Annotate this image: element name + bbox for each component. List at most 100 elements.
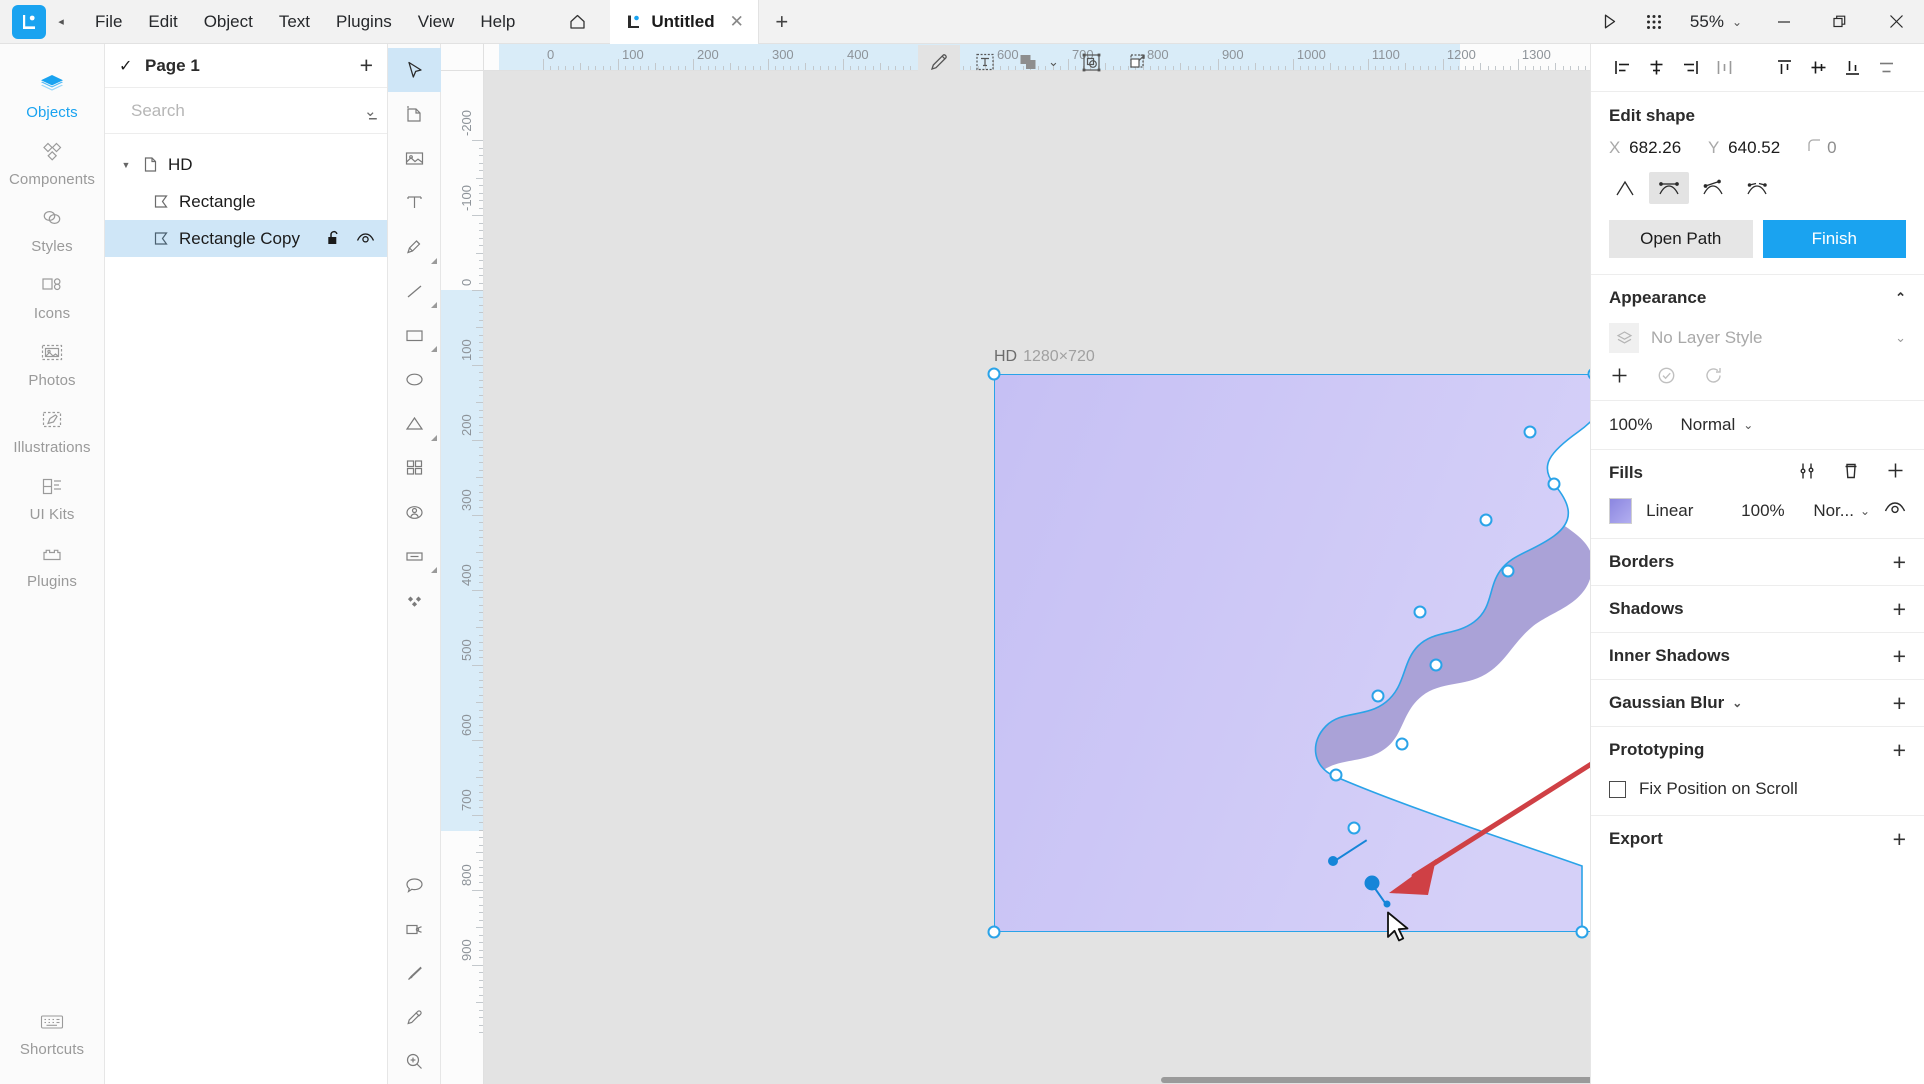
open-path-button[interactable]: Open Path <box>1609 220 1753 258</box>
eye-icon[interactable] <box>356 232 375 246</box>
slice-tool[interactable] <box>388 907 441 951</box>
tree-row-rectangle[interactable]: Rectangle <box>105 183 387 220</box>
menu-item-edit[interactable]: Edit <box>135 6 190 38</box>
grid-apps-icon[interactable] <box>1632 0 1676 44</box>
fill-opacity-value[interactable]: 100% <box>1741 501 1799 521</box>
selected-anchor-point[interactable] <box>1364 875 1380 891</box>
borders-section-header[interactable]: Borders + <box>1591 539 1924 585</box>
new-tab-button[interactable]: + <box>765 5 799 39</box>
sidebar-item-ui-kits[interactable]: UI Kits <box>0 464 105 531</box>
triangle-tool[interactable] <box>388 402 441 446</box>
boolean-ops-button[interactable]: ⌄ <box>1010 45 1067 79</box>
add-prototype-button[interactable]: + <box>1893 737 1906 764</box>
y-value-field[interactable]: 640.52 <box>1728 138 1807 158</box>
align-center-horizontal-button[interactable] <box>1639 51 1673 85</box>
node-straight-button[interactable] <box>1605 172 1645 204</box>
fill-visibility-toggle[interactable] <box>1884 501 1906 522</box>
sidebar-item-plugins[interactable]: Plugins <box>0 531 105 598</box>
chevron-down-icon[interactable]: ▼ <box>119 160 133 170</box>
appearance-section-header[interactable]: Appearance ⌃ <box>1591 275 1924 321</box>
grid-tool[interactable] <box>388 446 441 490</box>
shadows-section-header[interactable]: Shadows + <box>1591 586 1924 632</box>
path-anchor-point[interactable] <box>1347 821 1361 835</box>
close-icon[interactable]: ✕ <box>730 12 744 32</box>
sidebar-item-icons[interactable]: Icons <box>0 263 105 330</box>
node-disconnected-button[interactable] <box>1737 172 1777 204</box>
home-icon[interactable] <box>560 5 594 39</box>
text-selection-button[interactable] <box>964 45 1006 79</box>
fix-position-on-scroll-row[interactable]: Fix Position on Scroll <box>1591 773 1924 815</box>
opacity-value[interactable]: 100% <box>1609 415 1652 435</box>
export-section-header[interactable]: Export + <box>1591 816 1924 862</box>
sidebar-item-objects[interactable]: Objects <box>0 62 105 129</box>
align-bottom-button[interactable] <box>1835 51 1869 85</box>
chevron-down-icon[interactable]: ⌄ <box>1048 54 1067 70</box>
rectangle-tool[interactable] <box>388 313 441 357</box>
path-anchor-point[interactable] <box>1413 605 1427 619</box>
text-tool[interactable] <box>388 181 441 225</box>
tree-row-hd[interactable]: ▼ HD <box>105 146 387 183</box>
pencil-vector-button[interactable] <box>918 45 960 79</box>
menu-item-plugins[interactable]: Plugins <box>323 6 405 38</box>
menu-item-text[interactable]: Text <box>266 6 323 38</box>
align-center-vertical-button[interactable] <box>1801 51 1835 85</box>
page-selector-row[interactable]: ✓ Page 1 + <box>105 44 387 88</box>
artboard-tool[interactable] <box>388 92 441 136</box>
fill-color-swatch[interactable] <box>1609 498 1633 524</box>
bezier-handle-in[interactable] <box>1328 856 1338 866</box>
reset-style-button[interactable] <box>1703 365 1724 386</box>
align-top-button[interactable] <box>1767 51 1801 85</box>
sidebar-item-styles[interactable]: Styles <box>0 196 105 263</box>
add-blur-button[interactable]: + <box>1893 690 1906 717</box>
path-anchor-point[interactable] <box>1479 513 1493 527</box>
button-tool[interactable] <box>388 534 441 578</box>
document-tab[interactable]: Untitled ✕ <box>610 0 759 44</box>
comment-tool[interactable] <box>388 863 441 907</box>
flatten-button[interactable] <box>1117 45 1159 79</box>
node-mirrored-button[interactable] <box>1649 172 1689 204</box>
fills-delete-button[interactable] <box>1841 461 1861 486</box>
zoom-level-control[interactable]: 55% ⌄ <box>1676 12 1756 32</box>
canvas-area[interactable]: 0100200300400500600700800900100011001200… <box>441 44 1590 1084</box>
minimize-icon[interactable] <box>1756 0 1812 44</box>
brush-tool[interactable] <box>388 951 441 995</box>
prototyping-section-header[interactable]: Prototyping + <box>1591 727 1924 773</box>
sidebar-item-photos[interactable]: Photos <box>0 330 105 397</box>
bezier-handle-out[interactable] <box>1383 900 1391 908</box>
apply-style-button[interactable] <box>1656 365 1677 386</box>
path-anchor-point[interactable] <box>1395 737 1409 751</box>
menu-item-help[interactable]: Help <box>467 6 528 38</box>
horizontal-scrollbar[interactable] <box>441 1075 1590 1084</box>
fills-settings-button[interactable] <box>1797 461 1817 486</box>
distribute-vertical-button[interactable] <box>1869 51 1903 85</box>
avatar-tool[interactable] <box>388 490 441 534</box>
add-export-button[interactable]: + <box>1893 826 1906 853</box>
artboard-label[interactable]: HD 1280×720 <box>994 348 1095 366</box>
collapse-left-icon[interactable]: ◂ <box>50 15 72 28</box>
path-anchor-point[interactable] <box>1371 689 1385 703</box>
x-value-field[interactable]: 682.26 <box>1629 138 1708 158</box>
tree-row-rectangle-copy[interactable]: Rectangle Copy <box>105 220 387 257</box>
add-border-button[interactable]: + <box>1893 549 1906 576</box>
add-page-button[interactable]: + <box>360 52 373 79</box>
chevron-up-icon[interactable]: ⌃ <box>1895 290 1906 306</box>
distribute-horizontal-button[interactable] <box>1707 51 1741 85</box>
restore-icon[interactable] <box>1812 0 1868 44</box>
zoom-tool[interactable] <box>388 1040 441 1084</box>
search-input[interactable] <box>131 100 352 121</box>
node-asymmetric-button[interactable] <box>1693 172 1733 204</box>
path-anchor-point[interactable] <box>1429 658 1443 672</box>
chevron-down-icon[interactable]: ⌄ <box>1732 696 1742 710</box>
gaussian-blur-section-header[interactable]: Gaussian Blur ⌄ + <box>1591 680 1924 726</box>
corner-radius-field[interactable]: 0 <box>1827 138 1906 158</box>
menu-item-object[interactable]: Object <box>191 6 266 38</box>
finish-button[interactable]: Finish <box>1762 220 1906 258</box>
blend-mode-select[interactable]: Normal ⌄ <box>1680 415 1753 435</box>
chevron-down-icon[interactable]: ⌄ <box>1895 330 1906 346</box>
sidebar-item-components[interactable]: Components <box>0 129 105 196</box>
close-window-icon[interactable] <box>1868 0 1924 44</box>
add-style-button[interactable] <box>1609 365 1630 386</box>
vertical-ruler[interactable]: -200 -100 0 100 200 300 400 500 600 700 800 900 <box>441 71 484 1084</box>
mask-button[interactable] <box>1071 45 1113 79</box>
eyedropper-tool[interactable] <box>388 996 441 1040</box>
